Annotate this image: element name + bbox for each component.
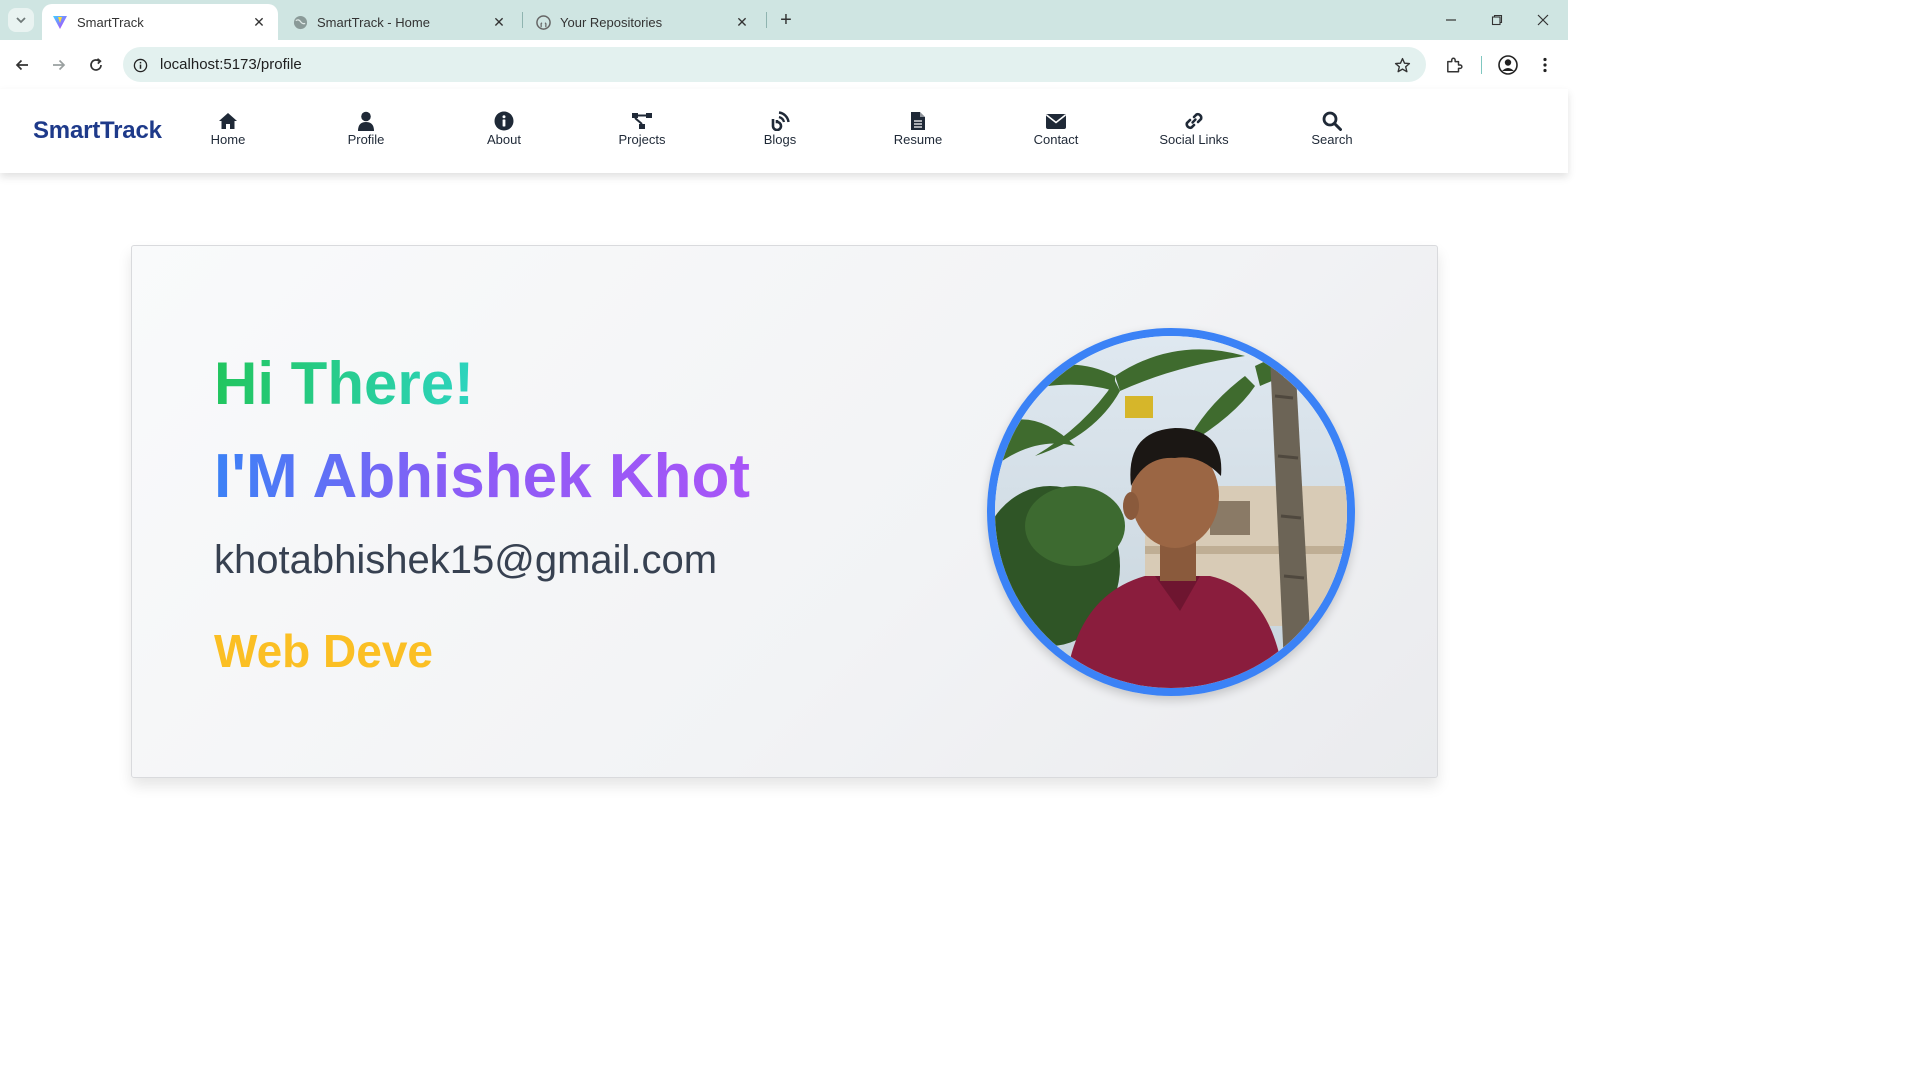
role-typewriter-text: Web Deve [214, 625, 434, 677]
nav-label: Search [1311, 132, 1353, 147]
project-diagram-icon [631, 110, 653, 132]
url-text[interactable]: localhost:5173/profile [160, 56, 302, 73]
nav-item-about[interactable]: About [444, 110, 564, 147]
chevron-down-icon [16, 17, 26, 24]
reload-button[interactable] [83, 52, 109, 78]
close-window-button[interactable] [1521, 6, 1565, 34]
profile-photo-illustration [995, 336, 1347, 688]
nav-item-projects[interactable]: Projects [582, 110, 702, 147]
nav-label: Resume [893, 132, 943, 147]
bookmark-button[interactable] [1389, 52, 1415, 78]
nav-label: Contact [1033, 132, 1079, 147]
extensions-button[interactable] [1441, 52, 1467, 78]
user-icon [355, 110, 377, 132]
email-text: khotabhishek15@gmail.com [214, 538, 718, 582]
envelope-icon [1045, 110, 1067, 132]
back-button[interactable] [9, 52, 35, 78]
nav-item-social-links[interactable]: Social Links [1134, 110, 1254, 147]
tab-smarttrack[interactable]: SmartTrack ✕ [42, 4, 278, 40]
close-tab-icon[interactable]: ✕ [490, 13, 508, 31]
nav-item-contact[interactable]: Contact [996, 110, 1116, 147]
greeting-heading: Hi There! [214, 348, 474, 420]
tab-title: Your Repositories [560, 14, 663, 30]
restore-button[interactable] [1475, 6, 1519, 34]
more-vert-icon [1543, 57, 1547, 73]
nav-label: Home [210, 132, 246, 147]
nav-item-resume[interactable]: Resume [858, 110, 978, 147]
close-tab-icon[interactable]: ✕ [250, 13, 268, 31]
reload-icon [90, 58, 102, 71]
tab-separator [766, 12, 767, 28]
profile-photo [987, 328, 1355, 696]
name-heading: I'M Abhishek Khot [214, 440, 750, 514]
puzzle-icon [1447, 57, 1463, 73]
nav-label: Blogs [763, 132, 797, 147]
tab-separator [522, 12, 523, 28]
close-icon [1537, 14, 1549, 26]
tab-smarttrack-home[interactable]: SmartTrack - Home ✕ [282, 4, 518, 40]
forward-button[interactable] [46, 52, 72, 78]
menu-button[interactable] [1532, 52, 1558, 78]
globe-icon [292, 14, 308, 30]
github-icon [535, 14, 551, 30]
nav-label: Social Links [1159, 132, 1229, 147]
close-tab-icon[interactable]: ✕ [733, 13, 751, 31]
arrow-left-icon [15, 59, 28, 71]
brand-logo[interactable]: SmartTrack [33, 117, 162, 145]
home-icon [217, 110, 239, 132]
nav-item-blogs[interactable]: Blogs [720, 110, 840, 147]
nav-item-home[interactable]: Home [168, 110, 288, 147]
account-circle-icon [1498, 55, 1518, 75]
minimize-button[interactable] [1429, 6, 1473, 34]
link-icon [1183, 110, 1205, 132]
restore-icon [1491, 14, 1503, 26]
site-info-icon[interactable] [131, 56, 149, 74]
toolbar-divider [1481, 56, 1482, 74]
nav-label: Profile [347, 132, 385, 147]
tab-your-repositories[interactable]: Your Repositories ✕ [525, 4, 761, 40]
arrow-right-icon [53, 59, 66, 71]
plus-icon: + [780, 8, 792, 31]
info-icon [493, 110, 515, 132]
star-icon [1394, 57, 1410, 72]
nav-item-search[interactable]: Search [1272, 110, 1392, 147]
vite-logo-icon [52, 14, 68, 30]
nav-item-profile[interactable]: Profile [306, 110, 426, 147]
tab-search-button[interactable] [8, 8, 34, 32]
file-icon [907, 110, 929, 132]
new-tab-button[interactable]: + [774, 8, 798, 32]
blog-icon [769, 110, 791, 132]
tab-title: SmartTrack [77, 14, 144, 30]
minimize-icon [1446, 19, 1456, 21]
search-icon [1321, 110, 1343, 132]
nav-label: Projects [618, 132, 666, 147]
tab-title: SmartTrack - Home [317, 14, 430, 30]
nav-label: About [487, 132, 521, 147]
address-bar[interactable] [123, 47, 1426, 82]
profile-button[interactable] [1495, 52, 1521, 78]
